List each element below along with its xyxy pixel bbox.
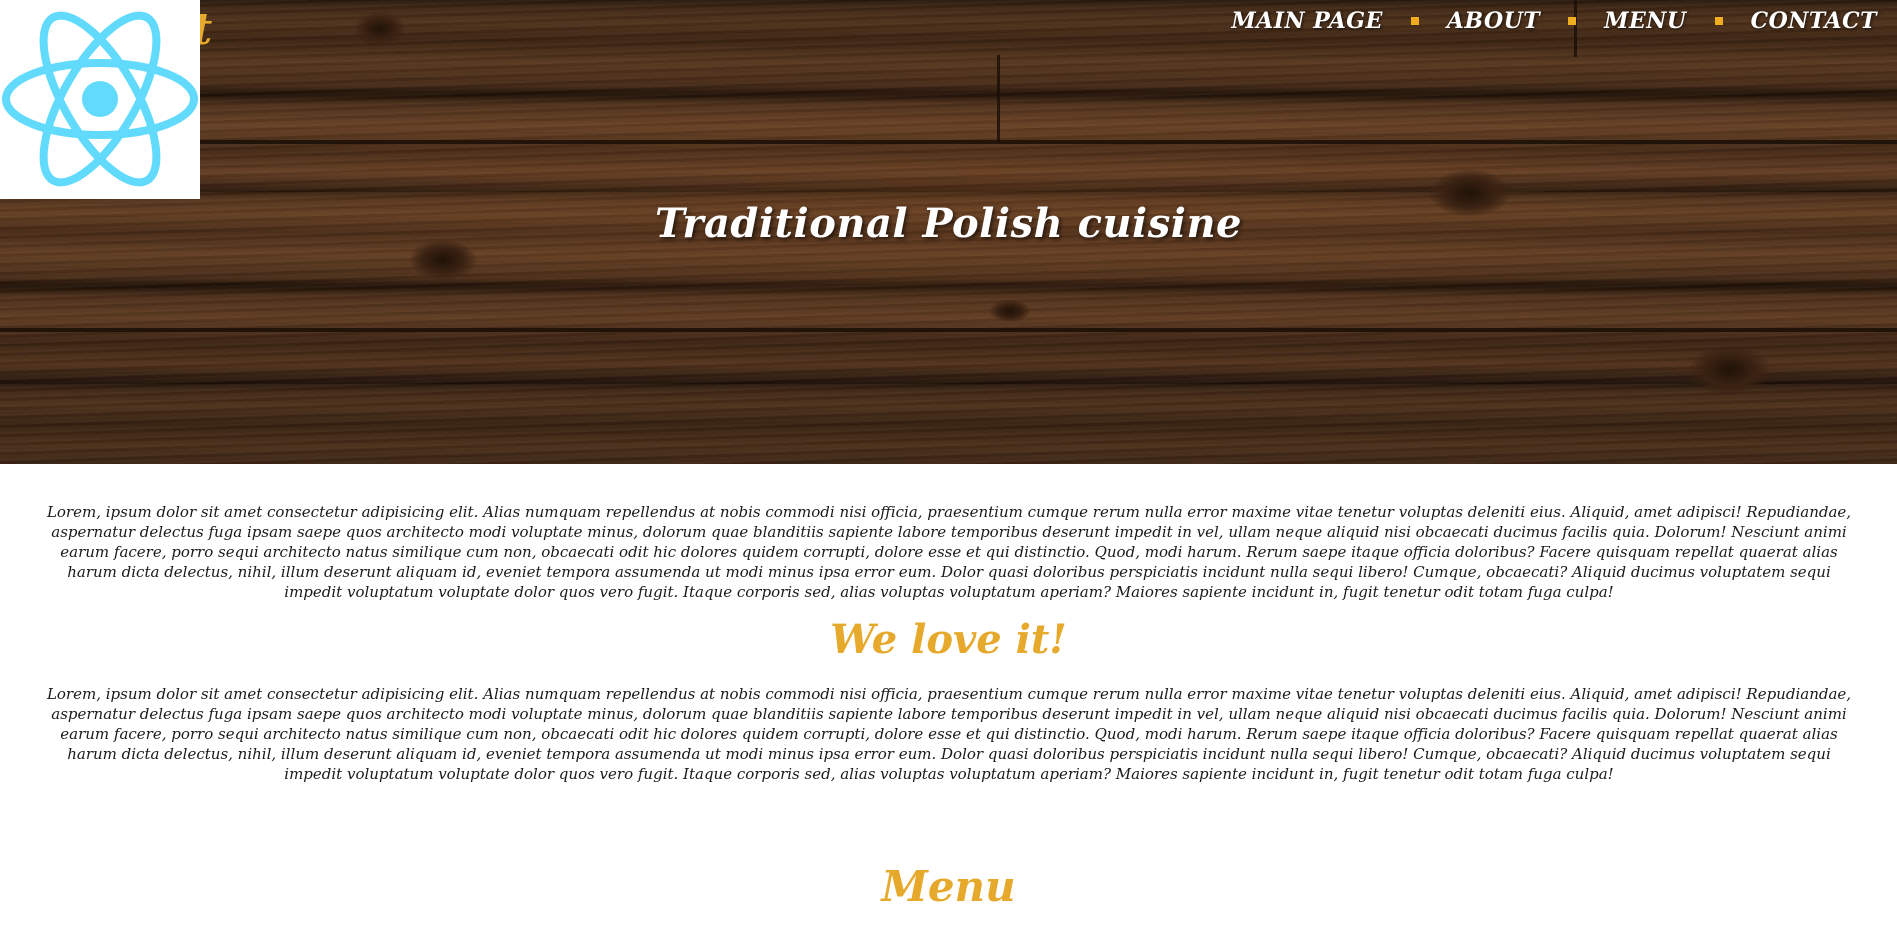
section-heading-menu: Menu: [881, 862, 1016, 911]
nav-separator: [1568, 17, 1577, 25]
hero-title: Traditional Polish cuisine: [655, 200, 1242, 247]
nav-menu[interactable]: MENU: [1604, 8, 1686, 34]
plank-seam: [0, 328, 1897, 332]
react-atom-icon: [2, 11, 198, 187]
nav-about[interactable]: ABOUT: [1447, 8, 1540, 34]
wood-knot: [1690, 345, 1770, 395]
love-paragraph: Lorem, ipsum dolor sit amet consectetur …: [46, 685, 1852, 783]
plank-join: [997, 55, 1000, 143]
logo[interactable]: [0, 0, 200, 199]
section-heading-love: We love it!: [830, 616, 1067, 663]
intro-paragraph: Lorem, ipsum dolor sit amet consectetur …: [46, 503, 1852, 601]
nav-main-page[interactable]: MAIN PAGE: [1231, 8, 1383, 34]
nav-separator: [1714, 17, 1723, 25]
wood-knot: [355, 12, 405, 46]
wood-knot: [990, 300, 1030, 322]
nav-contact[interactable]: CONTACT: [1751, 8, 1877, 34]
hero-banner: nt MAIN PAGE ABOUT MENU CONTACT Traditio…: [0, 0, 1897, 464]
main-nav: MAIN PAGE ABOUT MENU CONTACT: [1231, 8, 1877, 34]
nav-separator: [1410, 17, 1419, 25]
plank-seam: [0, 140, 1897, 144]
